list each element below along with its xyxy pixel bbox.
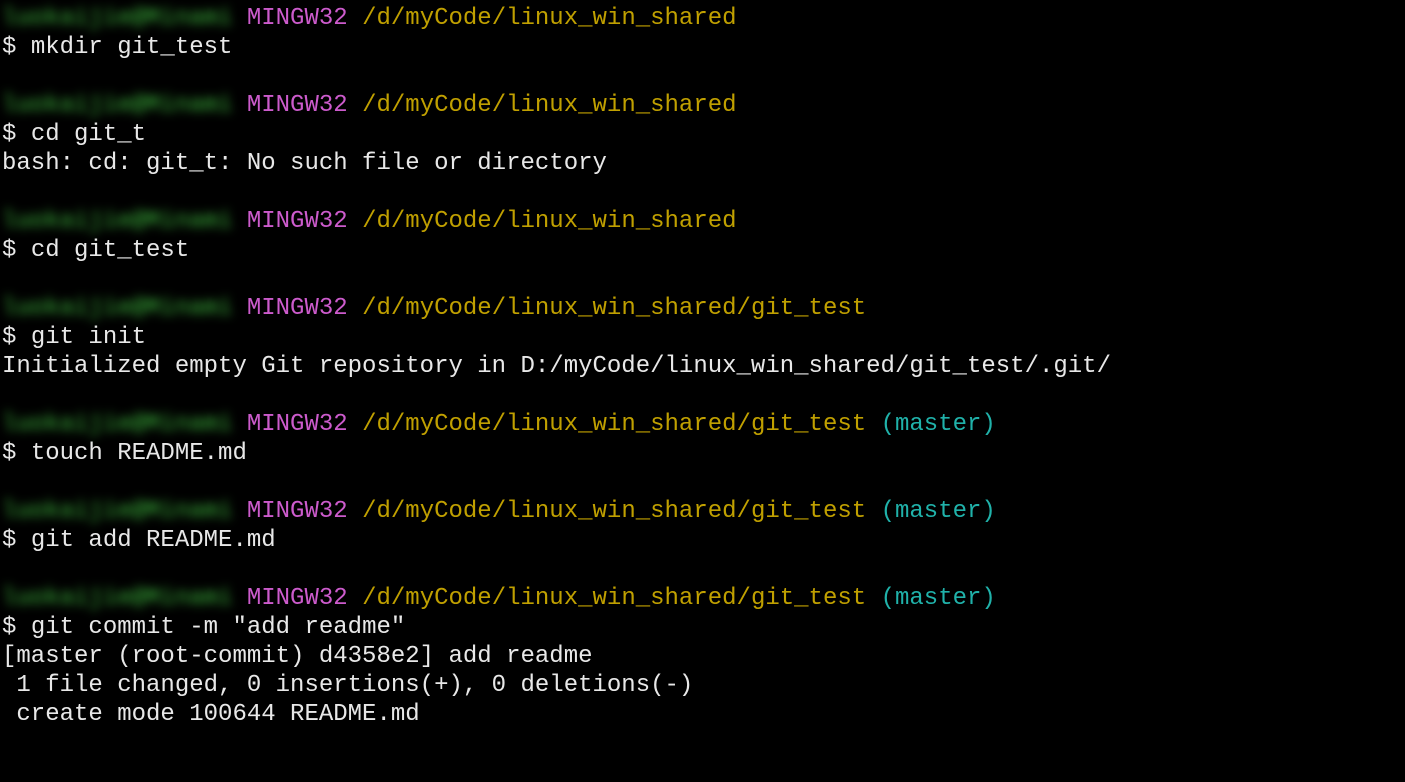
prompt-symbol: $ [2, 527, 31, 554]
prompt-env: MINGW32 [247, 498, 348, 525]
command-text: mkdir git_test [31, 34, 233, 61]
prompt-path: /d/myCode/linux_win_shared/git_test [362, 585, 866, 612]
prompt-user: luokaijie@Minami [2, 584, 232, 613]
prompt-path: /d/myCode/linux_win_shared [362, 92, 736, 119]
prompt-line: luokaijie@Minami MINGW32 /d/myCode/linux… [2, 207, 1403, 236]
output-line: bash: cd: git_t: No such file or directo… [2, 149, 1403, 178]
command-line[interactable]: $ cd git_test [2, 236, 1403, 265]
command-text: git init [31, 324, 146, 351]
prompt-line: luokaijie@Minami MINGW32 /d/myCode/linux… [2, 497, 1403, 526]
prompt-path: /d/myCode/linux_win_shared/git_test [362, 411, 866, 438]
command-text: touch README.md [31, 440, 247, 467]
prompt-path: /d/myCode/linux_win_shared [362, 5, 736, 32]
prompt-symbol: $ [2, 121, 31, 148]
command-line[interactable]: $ cd git_t [2, 120, 1403, 149]
prompt-symbol: $ [2, 237, 31, 264]
blank-line [2, 265, 1403, 294]
blank-line [2, 381, 1403, 410]
prompt-env: MINGW32 [247, 208, 348, 235]
prompt-env: MINGW32 [247, 585, 348, 612]
prompt-branch: (master) [881, 498, 996, 525]
command-line[interactable]: $ mkdir git_test [2, 33, 1403, 62]
prompt-line: luokaijie@Minami MINGW32 /d/myCode/linux… [2, 91, 1403, 120]
prompt-branch: (master) [881, 585, 996, 612]
command-line[interactable]: $ touch README.md [2, 439, 1403, 468]
prompt-symbol: $ [2, 614, 31, 641]
prompt-user: luokaijie@Minami [2, 91, 232, 120]
prompt-user: luokaijie@Minami [2, 207, 232, 236]
output-line: create mode 100644 README.md [2, 700, 1403, 729]
prompt-user: luokaijie@Minami [2, 410, 232, 439]
prompt-symbol: $ [2, 324, 31, 351]
blank-line [2, 555, 1403, 584]
command-text: cd git_test [31, 237, 189, 264]
prompt-env: MINGW32 [247, 5, 348, 32]
output-line: [master (root-commit) d4358e2] add readm… [2, 642, 1403, 671]
command-text: git commit -m "add readme" [31, 614, 405, 641]
command-line[interactable]: $ git init [2, 323, 1403, 352]
prompt-path: /d/myCode/linux_win_shared [362, 208, 736, 235]
terminal-window[interactable]: luokaijie@Minami MINGW32 /d/myCode/linux… [0, 0, 1405, 733]
prompt-user: luokaijie@Minami [2, 294, 232, 323]
prompt-line: luokaijie@Minami MINGW32 /d/myCode/linux… [2, 294, 1403, 323]
prompt-branch: (master) [881, 411, 996, 438]
command-line[interactable]: $ git add README.md [2, 526, 1403, 555]
prompt-user: luokaijie@Minami [2, 4, 232, 33]
prompt-symbol: $ [2, 440, 31, 467]
prompt-line: luokaijie@Minami MINGW32 /d/myCode/linux… [2, 4, 1403, 33]
prompt-path: /d/myCode/linux_win_shared/git_test [362, 498, 866, 525]
output-line: Initialized empty Git repository in D:/m… [2, 352, 1403, 381]
prompt-line: luokaijie@Minami MINGW32 /d/myCode/linux… [2, 410, 1403, 439]
prompt-symbol: $ [2, 34, 31, 61]
prompt-env: MINGW32 [247, 295, 348, 322]
blank-line [2, 178, 1403, 207]
output-line: 1 file changed, 0 insertions(+), 0 delet… [2, 671, 1403, 700]
prompt-env: MINGW32 [247, 411, 348, 438]
prompt-env: MINGW32 [247, 92, 348, 119]
prompt-line: luokaijie@Minami MINGW32 /d/myCode/linux… [2, 584, 1403, 613]
command-text: git add README.md [31, 527, 276, 554]
prompt-path: /d/myCode/linux_win_shared/git_test [362, 295, 866, 322]
blank-line [2, 468, 1403, 497]
command-line[interactable]: $ git commit -m "add readme" [2, 613, 1403, 642]
blank-line [2, 62, 1403, 91]
prompt-user: luokaijie@Minami [2, 497, 232, 526]
command-text: cd git_t [31, 121, 146, 148]
